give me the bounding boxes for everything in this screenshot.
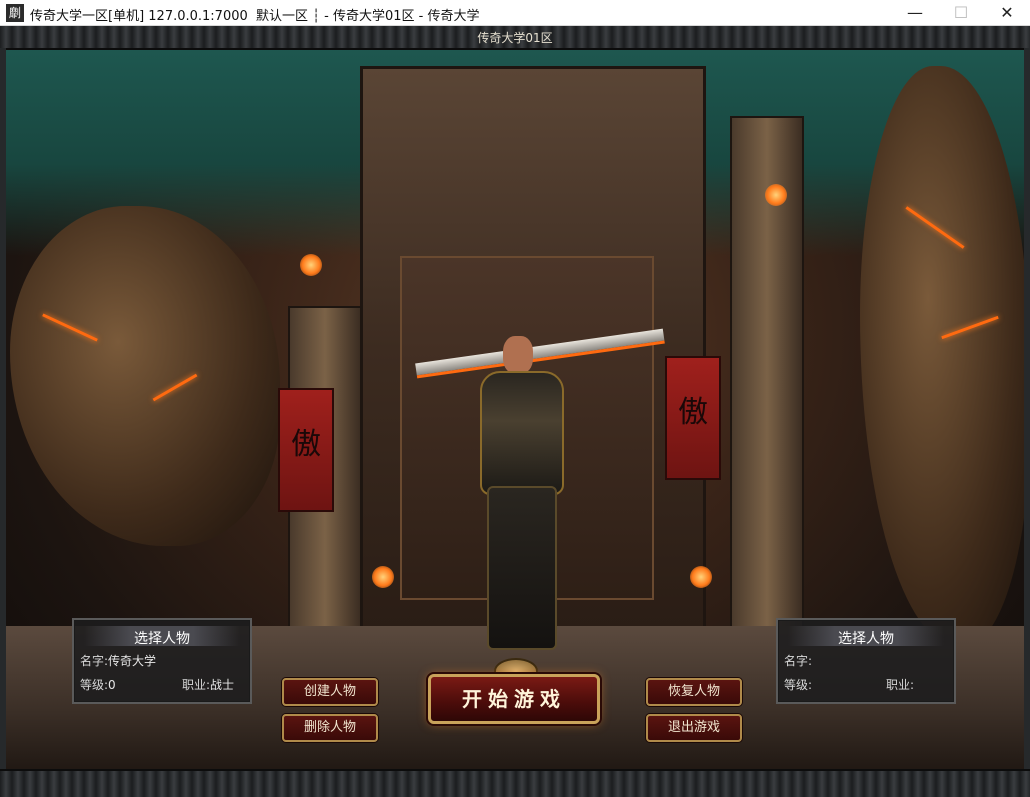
bottom-frame [0,769,1030,797]
server-name-label: 传奇大学01区 [477,31,553,45]
game-viewport: 傲 傲 传奇大学01区 选择人物 名字:传奇大学 等级:0 职业:战士 选择人物… [0,26,1030,797]
character-legs [487,486,557,650]
window-titlebar: 劘 传奇大学一区[单机] 127.0.0.1:7000 默认一区 ┆ - 传奇大… [0,0,1030,26]
top-frame: 传奇大学01区 [0,26,1030,50]
torch-flame [372,566,394,588]
window-title: 传奇大学一区[单机] 127.0.0.1:7000 默认一区 ┆ - 传奇大学0… [30,9,480,24]
right-frame [1024,48,1030,771]
class-value: 战士 [210,678,235,692]
name-label: 名字: [784,654,813,668]
class-label: 职业: [182,678,211,692]
panel-title: 选择人物 [134,631,190,647]
name-row: 名字: [784,652,812,669]
name-row: 名字:传奇大学 [80,652,156,669]
app-icon: 劘 [6,4,24,22]
class-label: 职业: [886,678,915,692]
panel-title: 选择人物 [838,631,894,647]
character-head [503,336,533,374]
close-button[interactable]: ✕ [984,0,1030,26]
minimize-button[interactable]: — [892,0,938,26]
character-armor [480,371,564,495]
left-frame [0,48,6,771]
right-war-banner: 傲 [665,356,721,480]
maximize-button[interactable]: ☐ [938,0,984,26]
left-dragon-statue [10,206,280,546]
class-row: 职业: [886,676,914,693]
character-slot-1[interactable]: 选择人物 名字:传奇大学 等级:0 职业:战士 [72,618,252,704]
left-war-banner: 傲 [278,388,334,512]
torch-flame [300,254,322,276]
torch-flame [690,566,712,588]
level-row: 等级: [784,676,812,693]
warrior-character-model[interactable] [415,326,665,656]
exit-game-button[interactable]: 退出游戏 [646,714,742,742]
class-row: 职业:战士 [182,676,234,693]
name-value: 传奇大学 [108,654,157,668]
level-label: 等级: [80,678,109,692]
name-label: 名字: [80,654,109,668]
character-slot-2[interactable]: 选择人物 名字: 等级: 职业: [776,618,956,704]
start-game-button[interactable]: 开始游戏 [428,674,600,724]
level-label: 等级: [784,678,813,692]
create-character-button[interactable]: 创建人物 [282,678,378,706]
delete-character-button[interactable]: 删除人物 [282,714,378,742]
restore-character-button[interactable]: 恢复人物 [646,678,742,706]
torch-flame [765,184,787,206]
level-row: 等级:0 [80,676,116,693]
level-value: 0 [108,678,116,692]
